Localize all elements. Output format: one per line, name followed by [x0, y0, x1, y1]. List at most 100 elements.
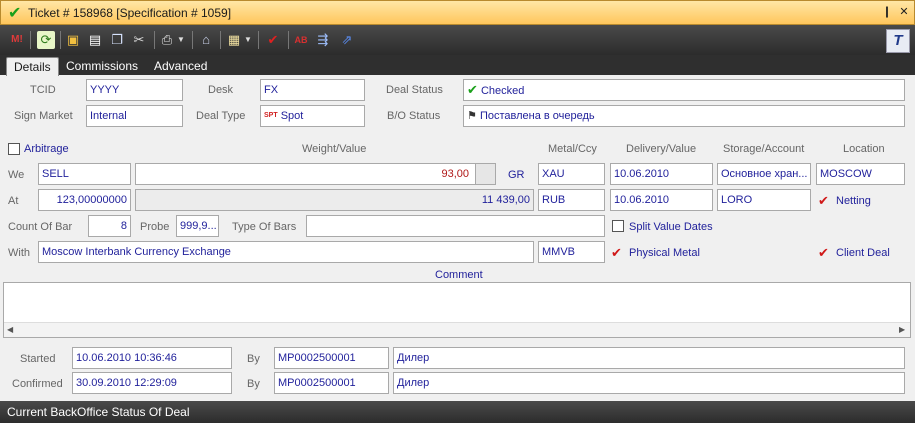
ab-icon[interactable]: AB [292, 31, 310, 49]
physical-metal-check-icon[interactable]: ✔ [611, 245, 622, 261]
count-of-bar-label: Count Of Bar [8, 221, 73, 233]
probe-field[interactable]: 999,9... [176, 215, 219, 237]
type-of-bars-field[interactable] [306, 215, 605, 237]
checkmark-icon: ✔ [467, 82, 478, 97]
deal-status-value: Checked [480, 85, 525, 97]
we-location-field[interactable]: MOSCOW [816, 163, 905, 185]
scroll-right-icon[interactable]: ▶ [899, 325, 905, 334]
desk-field[interactable]: FX [260, 79, 365, 101]
at-ccy-field[interactable]: RUB [538, 189, 605, 211]
mb-icon[interactable]: M! [8, 31, 26, 49]
started-by-label: By [247, 353, 260, 365]
with-code-field[interactable]: MMVB [538, 241, 605, 263]
toolbar-separator [192, 31, 193, 49]
deal-type-label: Deal Type [196, 110, 246, 122]
copy-document-icon[interactable]: ❐ [108, 31, 126, 49]
location-header: Location [843, 143, 885, 155]
toolbar-separator [30, 31, 31, 49]
tab-commissions[interactable]: Commissions [59, 57, 145, 75]
started-by-field: MP0002500001 [274, 347, 389, 369]
tools-icon[interactable]: ✂ [130, 31, 148, 49]
document-icon[interactable]: ▤ [86, 31, 104, 49]
we-storage-field[interactable]: Основное хран... [717, 163, 811, 185]
confirmed-by-label: By [247, 378, 260, 390]
tab-bar: Details Commissions Advanced [0, 55, 915, 76]
deal-status-label: Deal Status [386, 84, 443, 96]
close-icon[interactable]: ✕ [897, 5, 911, 19]
client-deal-label: Client Deal [836, 247, 890, 259]
we-side-field[interactable]: SELL [38, 163, 131, 185]
sign-market-field[interactable]: Internal [86, 105, 183, 127]
storage-account-header: Storage/Account [723, 143, 805, 155]
started-time-field: 10.06.2010 10:36:46 [72, 347, 232, 369]
verify-icon[interactable]: ✔ [264, 31, 282, 49]
delivery-value-header: Delivery/Value [626, 143, 697, 155]
netting-check-icon[interactable]: ✔ [818, 193, 829, 209]
status-bar: Current BackOffice Status Of Deal [0, 401, 915, 423]
probe-label: Probe [140, 221, 170, 233]
deal-status-field[interactable]: ✔ Checked [463, 79, 905, 101]
arbitrage-label: Arbitrage [24, 143, 69, 155]
at-total-field: 11 439,00 [135, 189, 534, 211]
bo-status-label: B/O Status [387, 110, 441, 122]
arrows-icon[interactable]: ⇗ [338, 31, 356, 49]
pin-icon[interactable]: ❙ [880, 5, 894, 19]
count-of-bar-field[interactable]: 8 [88, 215, 131, 237]
toolbar-separator [154, 31, 155, 49]
weight-value-header: Weight/Value [302, 143, 367, 155]
sign-market-label: Sign Market [14, 110, 73, 122]
type-of-bars-label: Type Of Bars [232, 221, 297, 233]
bo-status-field[interactable]: ⚑ Поставлена в очередь [463, 105, 905, 127]
tcid-field[interactable]: YYYY [86, 79, 183, 101]
we-unit-label: GR [508, 169, 525, 181]
split-value-dates-checkbox[interactable] [612, 220, 624, 232]
form-icon[interactable]: ▦ [225, 31, 243, 49]
split-icon[interactable]: ⇶ [314, 31, 332, 49]
comment-scrollbar[interactable]: ◀ ▶ [4, 322, 910, 337]
at-value-date-field[interactable]: 10.06.2010 [610, 189, 713, 211]
confirmed-role-field: Дилер [393, 372, 905, 394]
queue-icon: ⚑ [467, 110, 477, 122]
form-dropdown-icon[interactable]: ▼ [243, 31, 253, 49]
toolbar-separator [288, 31, 289, 49]
started-role-field: Дилер [393, 347, 905, 369]
print-icon[interactable]: ⎙ [158, 31, 176, 49]
title-bar: ✔ Ticket # 158968 [Specification # 1059]… [0, 0, 915, 25]
print-dropdown-icon[interactable]: ▼ [176, 31, 186, 49]
spot-icon: SPT [264, 112, 278, 119]
toolbar-separator [60, 31, 61, 49]
with-label: With [8, 247, 30, 259]
we-amount-field[interactable]: 93,00 [135, 163, 496, 185]
amount-picker-button[interactable] [475, 164, 495, 184]
open-folder-icon[interactable]: ▣ [64, 31, 82, 49]
deal-type-field[interactable]: SPT Spot [260, 105, 365, 127]
toolbar: M! ⟳ ▣ ▤ ❐ ✂ ⎙ ▼ ⌂ ▦ ▼ ✔ AB ⇶ ⇗ T [0, 25, 915, 55]
confirmed-by-field: MP0002500001 [274, 372, 389, 394]
refresh-icon[interactable]: ⟳ [37, 31, 55, 49]
app-logo-icon: T [886, 29, 910, 53]
split-value-dates-label: Split Value Dates [629, 221, 713, 233]
started-label: Started [20, 353, 56, 365]
at-account-field[interactable]: LORO [717, 189, 811, 211]
confirmed-label: Confirmed [12, 378, 63, 390]
we-metal-field[interactable]: XAU [538, 163, 605, 185]
arbitrage-checkbox[interactable] [8, 143, 20, 155]
confirmed-time-field: 30.09.2010 12:29:09 [72, 372, 232, 394]
we-amount-value: 93,00 [441, 168, 469, 180]
toolbar-separator [258, 31, 259, 49]
scroll-left-icon[interactable]: ◀ [7, 325, 13, 334]
archive-icon[interactable]: ⌂ [197, 31, 215, 49]
netting-label: Netting [836, 195, 871, 207]
physical-metal-label: Physical Metal [629, 247, 700, 259]
toolbar-separator [220, 31, 221, 49]
client-deal-check-icon[interactable]: ✔ [818, 245, 829, 261]
we-delivery-field[interactable]: 10.06.2010 [610, 163, 713, 185]
tab-details[interactable]: Details [6, 57, 59, 76]
we-label: We [8, 169, 25, 181]
with-field[interactable]: Moscow Interbank Currency Exchange [38, 241, 534, 263]
checkmark-icon: ✔ [8, 5, 22, 22]
at-price-field[interactable]: 123,00000000 [38, 189, 131, 211]
at-label: At [8, 195, 19, 207]
tab-advanced[interactable]: Advanced [147, 57, 214, 75]
window-title: Ticket # 158968 [Specification # 1059] [28, 6, 232, 20]
